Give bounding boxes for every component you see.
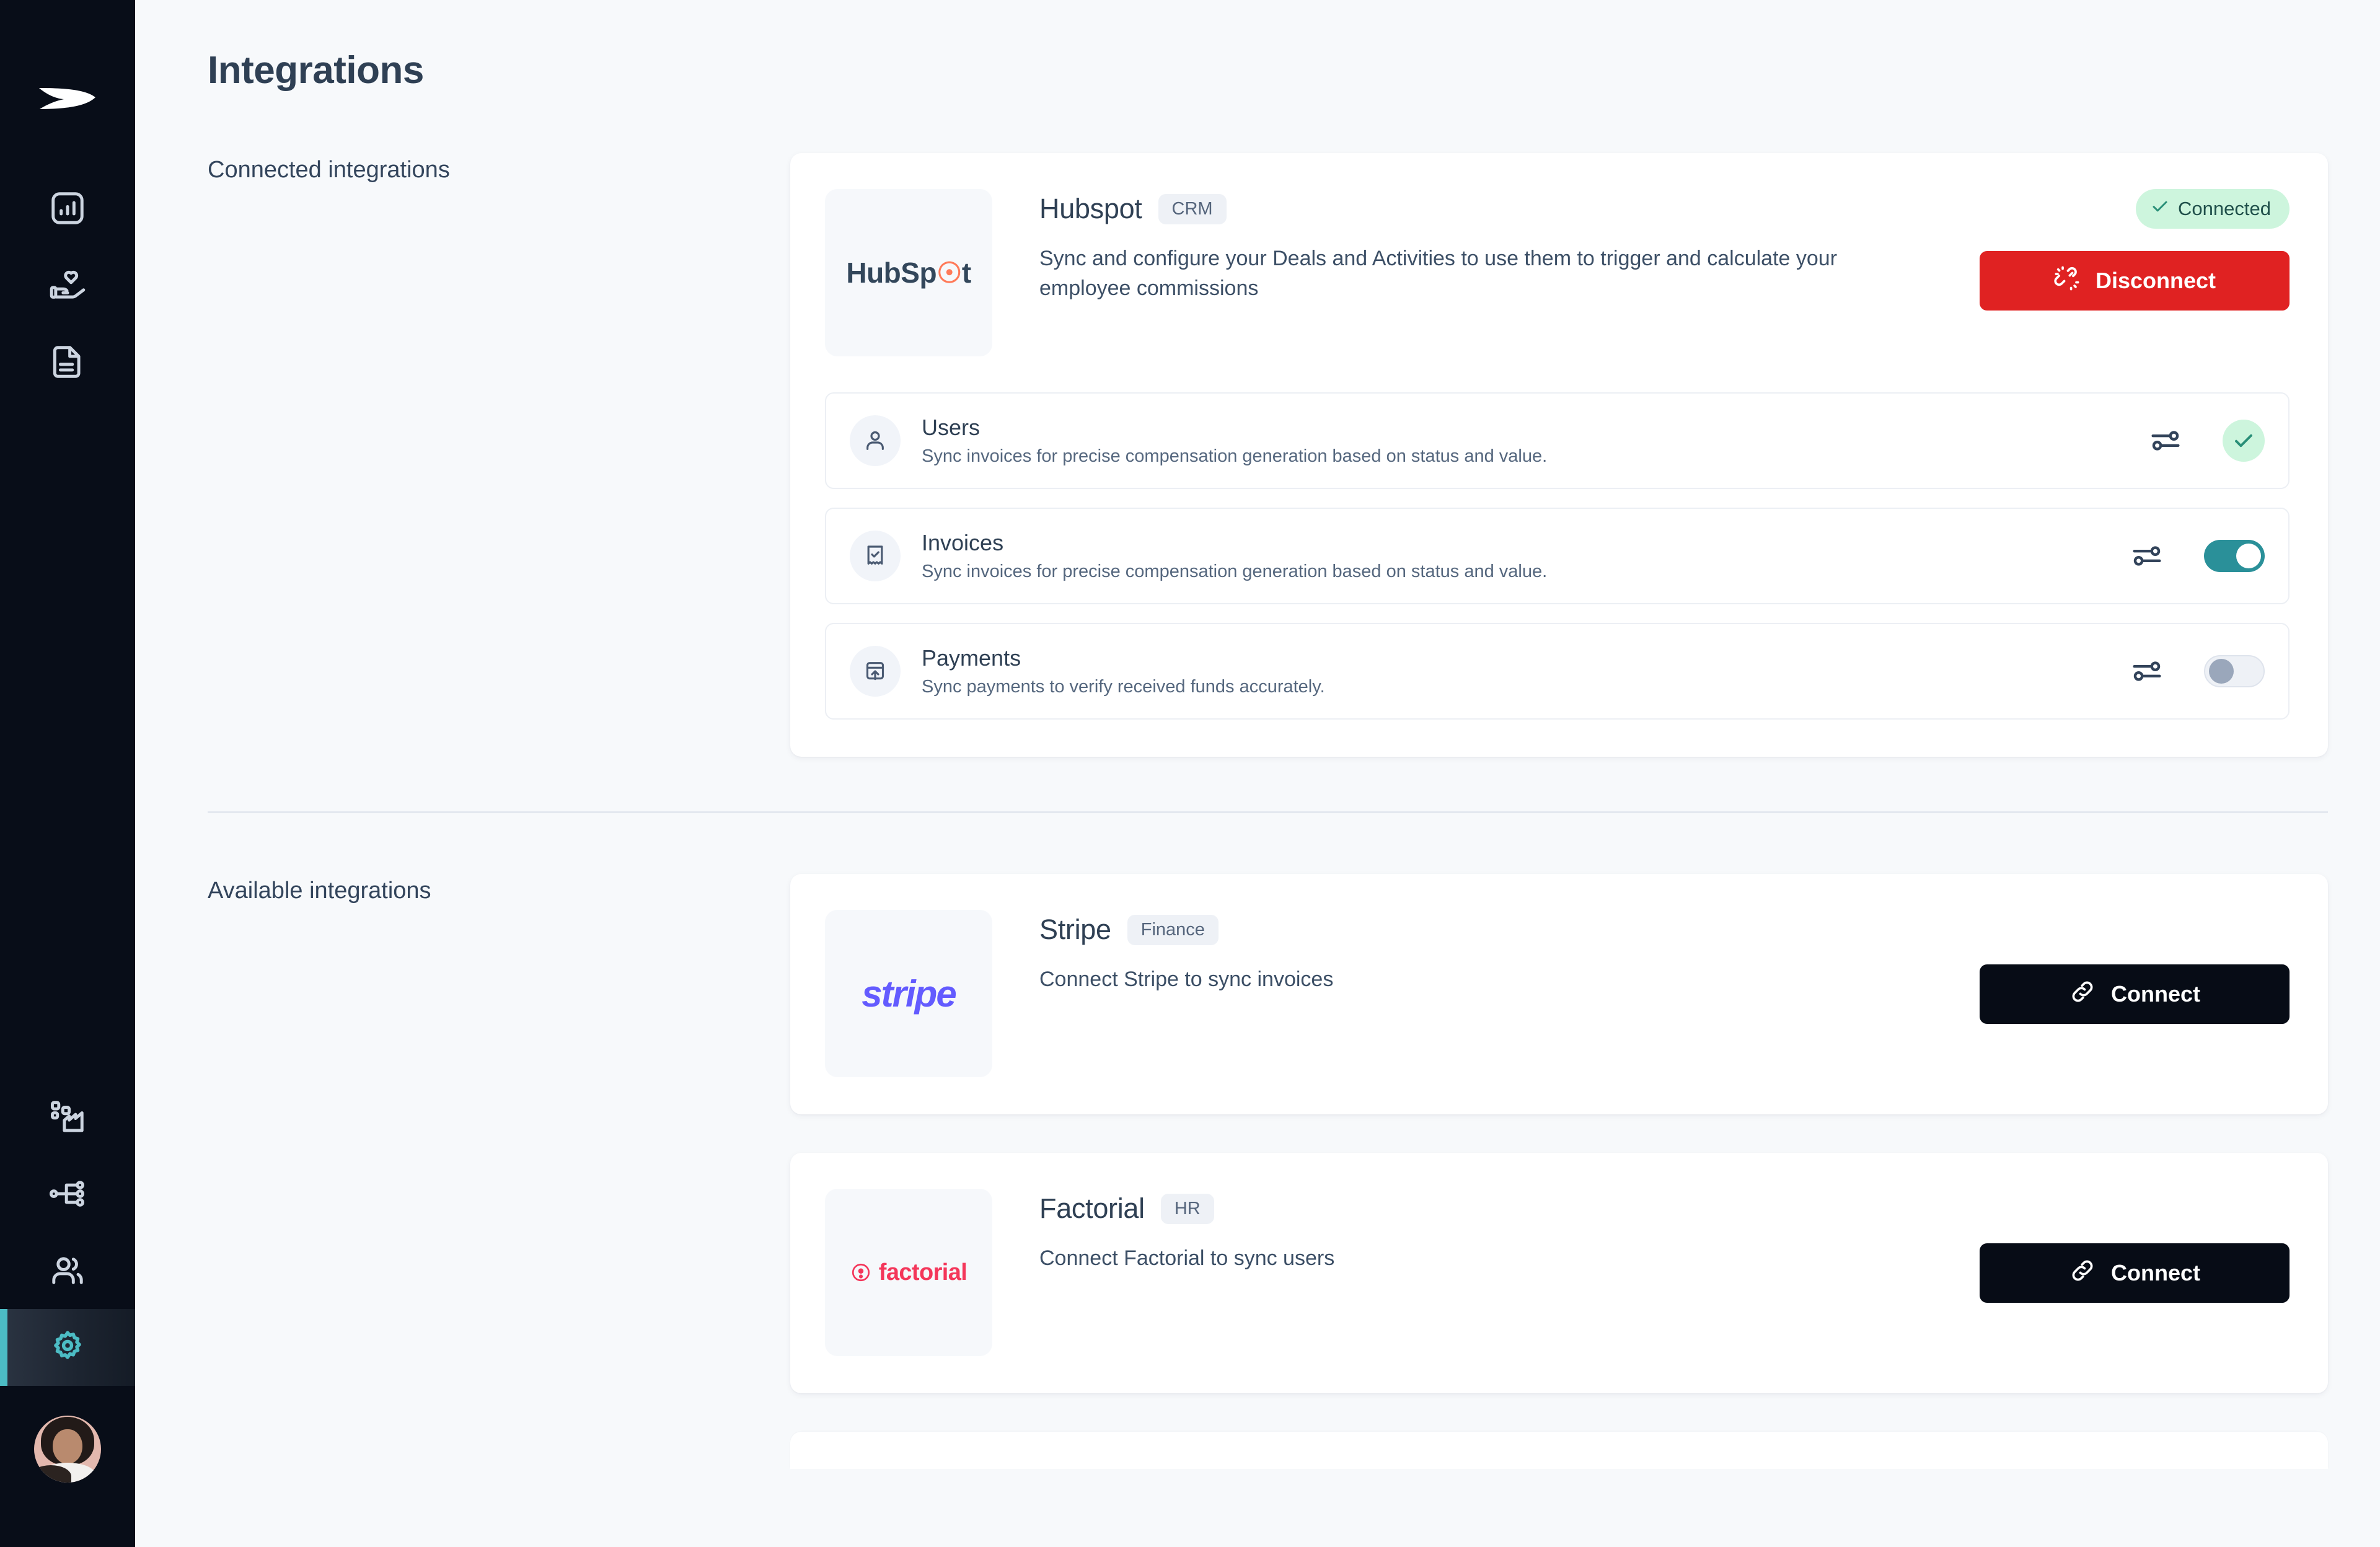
app-root: Integrations Connected integrations HubS… — [0, 0, 2380, 1547]
sync-option-payments[interactable]: Payments Sync payments to verify receive… — [825, 623, 2290, 720]
sliders-icon[interactable] — [2131, 540, 2163, 572]
integration-description: Connect Stripe to sync invoices — [1039, 967, 1334, 991]
invoice-check-icon — [850, 531, 901, 581]
hubspot-logo-tile: HubSp ☉ t — [825, 189, 992, 356]
sliders-icon[interactable] — [2131, 655, 2163, 687]
integration-name: Factorial — [1039, 1192, 1145, 1224]
disconnect-button[interactable]: Disconnect — [1980, 251, 2290, 311]
integration-tag: HR — [1160, 1193, 1214, 1224]
link-icon — [2069, 1257, 2096, 1290]
stripe-logo: stripe — [862, 972, 956, 1015]
sidebar — [0, 0, 135, 1547]
connect-button[interactable]: Connect — [1980, 1243, 2290, 1303]
hand-heart-icon — [48, 266, 87, 304]
sync-option-description: Sync invoices for precise compensation g… — [922, 562, 1548, 581]
available-cards: stripe Stripe Finance Connect Stripe to … — [790, 874, 2328, 1469]
sitemap-icon — [48, 1175, 87, 1213]
hubspot-logo: HubSp ☉ t — [846, 257, 971, 289]
status-badge: Connected — [2136, 189, 2290, 229]
sync-option-title: Users — [922, 415, 981, 440]
section-divider — [208, 811, 2328, 813]
integration-tag: Finance — [1127, 914, 1219, 945]
hubspot-sync-options: Users Sync invoices for precise compensa… — [825, 392, 2290, 720]
chart-bar-icon — [48, 189, 87, 227]
sidebar-item-hierarchy[interactable] — [0, 1155, 135, 1232]
sync-option-title: Invoices — [922, 530, 1004, 555]
sidebar-item-settings[interactable] — [0, 1309, 135, 1386]
integration-tag: CRM — [1158, 193, 1227, 224]
sidebar-item-documents[interactable] — [0, 324, 135, 400]
available-integrations-section: Available integrations stripe Stripe Fin… — [135, 874, 2380, 1469]
sync-option-description: Sync invoices for precise compensation g… — [922, 446, 1548, 466]
payment-upload-icon — [850, 646, 901, 697]
integration-description: Sync and configure your Deals and Activi… — [1039, 247, 1838, 301]
connected-cards: HubSp ☉ t Hubspot CRM Sync and configure y… — [790, 153, 2328, 757]
sync-option-toggle[interactable] — [2204, 655, 2265, 687]
hubspot-logo-accent: ☉ — [937, 257, 962, 289]
unlink-icon — [2053, 265, 2081, 298]
sync-option-check-badge — [2223, 420, 2265, 462]
avatar-face — [53, 1429, 82, 1464]
sliders-icon[interactable] — [2149, 425, 2182, 457]
gear-icon — [48, 1328, 87, 1367]
avatar[interactable] — [34, 1416, 101, 1483]
integration-card-stripe: stripe Stripe Finance Connect Stripe to … — [790, 874, 2328, 1114]
link-icon — [2069, 978, 2096, 1011]
integration-name: Hubspot — [1039, 193, 1142, 224]
stripe-card-actions: Connect — [1980, 964, 2290, 1024]
sidebar-nav-bottom — [0, 1078, 135, 1386]
main-content: Integrations Connected integrations HubS… — [135, 0, 2380, 1547]
sidebar-item-people[interactable] — [0, 1232, 135, 1309]
status-badge-label: Connected — [2178, 198, 2271, 219]
connect-button-label: Connect — [2111, 981, 2200, 1007]
company-logo[interactable] — [33, 79, 102, 118]
toggle-knob — [2236, 544, 2261, 568]
factorial-wordmark: factorial — [878, 1259, 967, 1285]
sync-option-users[interactable]: Users Sync invoices for precise compensa… — [825, 392, 2290, 489]
integration-card-partial — [790, 1432, 2328, 1469]
factorial-logo: factorial — [850, 1259, 967, 1286]
integration-name: Stripe — [1039, 914, 1111, 945]
integration-description: Connect Factorial to sync users — [1039, 1246, 1335, 1270]
available-section-label: Available integrations — [208, 878, 431, 904]
page-title: Integrations — [208, 49, 424, 92]
check-icon — [2151, 197, 2169, 221]
sidebar-item-dashboard[interactable] — [0, 170, 135, 247]
sync-option-title: Payments — [922, 645, 1021, 671]
toggle-knob — [2209, 659, 2234, 684]
sidebar-item-commissions[interactable] — [0, 247, 135, 324]
connected-section-label: Connected integrations — [208, 157, 450, 183]
factorial-logo-tile: factorial — [825, 1189, 992, 1356]
sidebar-nav-top — [0, 170, 135, 400]
integration-card-hubspot: HubSp ☉ t Hubspot CRM Sync and configure y… — [790, 153, 2328, 757]
user-icon — [850, 415, 901, 466]
document-icon — [48, 343, 87, 381]
connected-integrations-section: Connected integrations HubSp☉t Hubspot — [135, 153, 2380, 757]
factorial-mark-icon — [850, 1262, 871, 1283]
stripe-logo-tile: stripe — [825, 910, 992, 1077]
connect-button-label: Connect — [2111, 1260, 2200, 1285]
disconnect-button-label: Disconnect — [2095, 268, 2216, 293]
integration-card-factorial: factorial Factorial HR Connect Factorial… — [790, 1153, 2328, 1393]
blocks-icon — [48, 1098, 87, 1136]
sync-option-toggle[interactable] — [2204, 540, 2265, 572]
sync-option-description: Sync payments to verify received funds a… — [922, 677, 1325, 697]
users-icon — [48, 1251, 87, 1290]
sidebar-item-plans[interactable] — [0, 1078, 135, 1155]
hubspot-card-actions: Connected Disconnect — [1980, 189, 2290, 311]
sync-option-invoices[interactable]: Invoices Sync invoices for precise compe… — [825, 508, 2290, 604]
factorial-card-actions: Connect — [1980, 1243, 2290, 1303]
connect-button[interactable]: Connect — [1980, 964, 2290, 1024]
